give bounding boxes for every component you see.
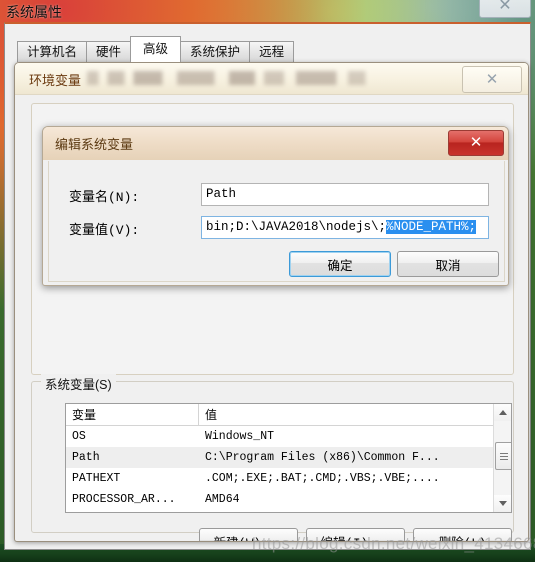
system-variables-scrollbar[interactable] bbox=[493, 404, 511, 512]
close-icon: ✕ bbox=[485, 70, 499, 88]
row-variable-value: C:\Program Files (x86)\Common F... bbox=[205, 451, 440, 464]
table-row[interactable]: PATHEXT .COM;.EXE;.BAT;.CMD;.VBS;.VBE;..… bbox=[66, 468, 511, 489]
tab-remote[interactable]: 远程 bbox=[249, 41, 295, 62]
tab-hardware[interactable]: 硬件 bbox=[86, 41, 132, 62]
column-header-variable[interactable]: 变量 bbox=[66, 404, 199, 425]
new-variable-button[interactable]: 新建(W)... bbox=[199, 528, 298, 541]
edit-dialog-ok-button[interactable]: 确定 bbox=[289, 251, 391, 277]
variable-value-input[interactable]: bin;D:\JAVA2018\nodejs\;%NODE_PATH%; bbox=[201, 216, 489, 239]
outer-window-close-button[interactable]: ✕ bbox=[479, 0, 531, 18]
variable-value-selected-text: %NODE_PATH%; bbox=[386, 220, 477, 234]
variable-name-label: 变量名(N): bbox=[69, 190, 140, 205]
variable-name-input[interactable]: Path bbox=[201, 183, 489, 206]
variable-value-label: 变量值(V): bbox=[69, 223, 140, 238]
close-icon: ✕ bbox=[469, 134, 483, 151]
edit-dialog-titlebar: 编辑系统变量 ✕ bbox=[43, 127, 508, 160]
chevron-down-icon bbox=[498, 501, 507, 506]
page-title: 系统属性 bbox=[6, 4, 62, 20]
scroll-down-button[interactable] bbox=[494, 495, 511, 512]
edit-dialog-cancel-button[interactable]: 取消 bbox=[397, 251, 499, 277]
table-row[interactable]: OS Windows_NT bbox=[66, 426, 511, 447]
column-header-value[interactable]: 值 bbox=[199, 404, 511, 425]
environment-variables-close-button[interactable]: ✕ bbox=[462, 66, 522, 93]
table-row[interactable]: Path C:\Program Files (x86)\Common F... bbox=[66, 447, 511, 468]
edit-system-variable-dialog: 编辑系统变量 ✕ 变量名(N): 变量值(V): Path bin;D:\JAV… bbox=[42, 126, 509, 286]
row-variable-name: PROCESSOR_AR... bbox=[72, 493, 176, 506]
blurred-title-text bbox=[87, 71, 377, 85]
delete-variable-button[interactable]: 删除(L) bbox=[413, 528, 512, 541]
row-variable-value: .COM;.EXE;.BAT;.CMD;.VBS;.VBE;.... bbox=[205, 472, 440, 485]
tab-computer-name[interactable]: 计算机名 bbox=[17, 41, 88, 62]
row-variable-name: OS bbox=[72, 430, 86, 443]
edit-dialog-close-button[interactable]: ✕ bbox=[448, 130, 504, 156]
chevron-up-icon bbox=[498, 410, 507, 415]
tab-advanced[interactable]: 高级 bbox=[130, 36, 182, 62]
system-variables-legend: 系统变量(S) bbox=[41, 374, 116, 393]
variable-value-input-text: bin;D:\JAVA2018\nodejs\; bbox=[206, 220, 387, 234]
environment-variables-titlebar: 环境变量 ✕ bbox=[15, 63, 528, 95]
row-variable-name: Path bbox=[72, 451, 100, 464]
variable-name-input-text: Path bbox=[206, 187, 237, 201]
scroll-up-button[interactable] bbox=[494, 404, 511, 421]
scrollbar-thumb[interactable] bbox=[495, 442, 511, 470]
edit-dialog-title: 编辑系统变量 bbox=[55, 137, 134, 152]
edit-dialog-body: 变量名(N): 变量值(V): Path bin;D:\JAVA2018\nod… bbox=[48, 161, 505, 282]
tab-system-protection[interactable]: 系统保护 bbox=[180, 41, 251, 62]
edit-variable-button[interactable]: 编辑(I)... bbox=[306, 528, 405, 541]
row-variable-value: Windows_NT bbox=[205, 430, 275, 443]
close-icon: ✕ bbox=[498, 0, 512, 14]
table-row[interactable]: PROCESSOR_AR... AMD64 bbox=[66, 489, 511, 510]
tab-strip: 计算机名 硬件 高级 系统保护 远程 bbox=[17, 36, 295, 62]
system-variables-list[interactable]: 变量 值 OS Windows_NT Path C:\Program Files… bbox=[65, 403, 512, 513]
system-variables-header-row: 变量 值 bbox=[66, 404, 511, 426]
environment-variables-title: 环境变量 bbox=[29, 73, 82, 88]
row-variable-value: AMD64 bbox=[205, 493, 240, 506]
row-variable-name: PATHEXT bbox=[72, 472, 121, 485]
